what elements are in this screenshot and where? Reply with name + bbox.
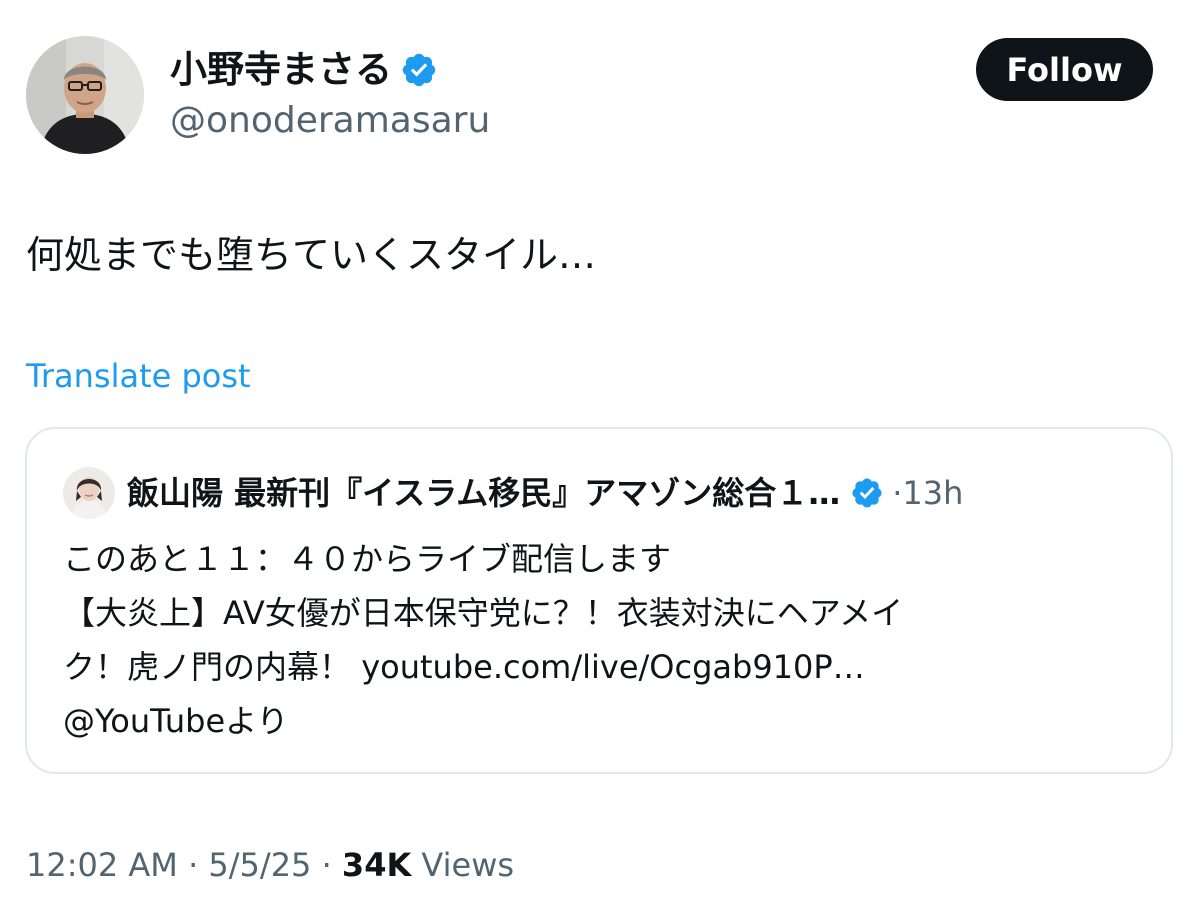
youtube-link[interactable]: youtube.com/live/Ocgab910P…: [361, 648, 865, 686]
verified-badge-icon: [402, 53, 436, 87]
quoted-post-line: 【大炎上】AV女優が日本保守党に？！衣装対決にヘアメイ: [63, 594, 904, 632]
footer-separator: ·: [188, 846, 199, 884]
mention-suffix: より: [225, 702, 289, 740]
quoted-post-body: このあと１１：４０からライブ配信します 【大炎上】AV女優が日本保守党に？！衣装…: [63, 532, 1153, 748]
quoted-post-line-text: ク！虎ノ門の内幕！: [63, 648, 352, 686]
author-avatar[interactable]: [26, 36, 144, 154]
quoted-post-card[interactable]: 飯山陽 最新刊『イスラム移民』アマゾン総合１… · 13h このあと１１：４０か…: [25, 427, 1173, 774]
post-footer: 12:02 AM · 5/5/25 · 34K Views: [26, 838, 514, 892]
author-name-row[interactable]: 小野寺まさる: [170, 44, 438, 96]
post-text: 何処までも堕ちていくスタイル…: [26, 233, 597, 277]
footer-separator: ·: [321, 846, 332, 884]
author-display-name[interactable]: 小野寺まさる: [170, 44, 392, 96]
quoted-post-time[interactable]: 13h: [902, 464, 963, 522]
views-label: Views: [421, 846, 515, 884]
post-time[interactable]: 12:02 AM: [26, 846, 178, 884]
follow-button[interactable]: Follow: [976, 38, 1153, 101]
author-handle[interactable]: @onoderamasaru: [170, 96, 490, 146]
quoted-post-line: このあと１１：４０からライブ配信します: [63, 540, 672, 578]
translate-post-link[interactable]: Translate post: [26, 352, 251, 400]
quoted-author-name[interactable]: 飯山陽 最新刊『イスラム移民』アマゾン総合１…: [127, 464, 840, 522]
post-date[interactable]: 5/5/25: [208, 846, 311, 884]
quoted-post-line-with-link: ク！虎ノ門の内幕！ youtube.com/live/Ocgab910P…: [63, 640, 1153, 694]
youtube-mention[interactable]: @YouTube: [63, 702, 225, 740]
quoted-post-mention-line: @YouTubeより: [63, 694, 1153, 748]
quoted-post-header: 飯山陽 最新刊『イスラム移民』アマゾン総合１… · 13h: [63, 464, 963, 522]
quoted-post-separator: ·: [892, 474, 903, 512]
views-count[interactable]: 34K: [342, 846, 411, 884]
verified-badge-icon: [852, 478, 882, 508]
quoted-author-avatar[interactable]: [63, 467, 115, 519]
